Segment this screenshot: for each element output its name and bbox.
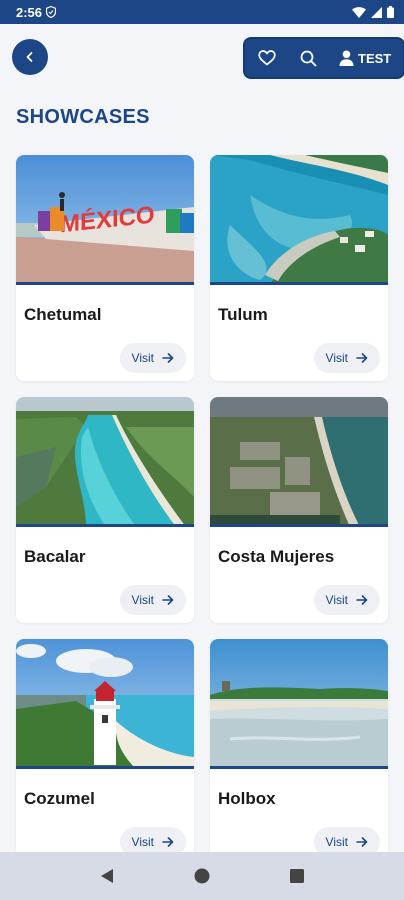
visit-label: Visit bbox=[131, 835, 154, 849]
showcase-name: Holbox bbox=[218, 789, 276, 808]
visit-label: Visit bbox=[325, 593, 348, 607]
showcase-card-chetumal[interactable]: MÉXICO Chetumal Visit bbox=[16, 155, 194, 381]
visit-button[interactable]: Visit bbox=[313, 343, 380, 373]
showcase-image bbox=[16, 639, 194, 769]
showcase-card-holbox[interactable]: Holbox Visit bbox=[210, 639, 388, 865]
showcase-image: MÉXICO bbox=[16, 155, 194, 285]
nav-home-button[interactable] bbox=[182, 856, 222, 896]
showcase-image bbox=[210, 397, 388, 527]
arrow-right-icon bbox=[162, 353, 174, 363]
visit-label: Visit bbox=[131, 593, 154, 607]
system-nav-bar bbox=[0, 852, 404, 900]
showcase-name: Bacalar bbox=[24, 547, 86, 566]
visit-button[interactable]: Visit bbox=[313, 585, 380, 615]
nav-recents-button[interactable] bbox=[277, 856, 317, 896]
showcase-card-bacalar[interactable]: Bacalar Visit bbox=[16, 397, 194, 623]
showcase-image bbox=[16, 397, 194, 527]
showcase-image bbox=[210, 155, 388, 285]
visit-label: Visit bbox=[325, 835, 348, 849]
showcases-grid: MÉXICO Chetumal Visit Tulum Visit Bacala… bbox=[0, 0, 404, 900]
showcase-name: Tulum bbox=[218, 305, 268, 324]
visit-button[interactable]: Visit bbox=[119, 343, 186, 373]
showcase-image bbox=[210, 639, 388, 769]
showcase-card-costa-mujeres[interactable]: Costa Mujeres Visit bbox=[210, 397, 388, 623]
nav-back-icon bbox=[101, 869, 114, 883]
nav-home-icon bbox=[194, 868, 210, 884]
visit-button[interactable]: Visit bbox=[119, 585, 186, 615]
showcase-name: Cozumel bbox=[24, 789, 95, 808]
arrow-right-icon bbox=[356, 837, 368, 847]
showcase-name: Chetumal bbox=[24, 305, 102, 324]
nav-recents-icon bbox=[289, 869, 304, 883]
showcase-card-cozumel[interactable]: Cozumel Visit bbox=[16, 639, 194, 865]
arrow-right-icon bbox=[162, 595, 174, 605]
nav-back-button[interactable] bbox=[87, 856, 127, 896]
visit-label: Visit bbox=[131, 351, 154, 365]
visit-label: Visit bbox=[325, 351, 348, 365]
showcase-name: Costa Mujeres bbox=[218, 547, 335, 566]
arrow-right-icon bbox=[162, 837, 174, 847]
arrow-right-icon bbox=[356, 353, 368, 363]
showcase-card-tulum[interactable]: Tulum Visit bbox=[210, 155, 388, 381]
arrow-right-icon bbox=[356, 595, 368, 605]
